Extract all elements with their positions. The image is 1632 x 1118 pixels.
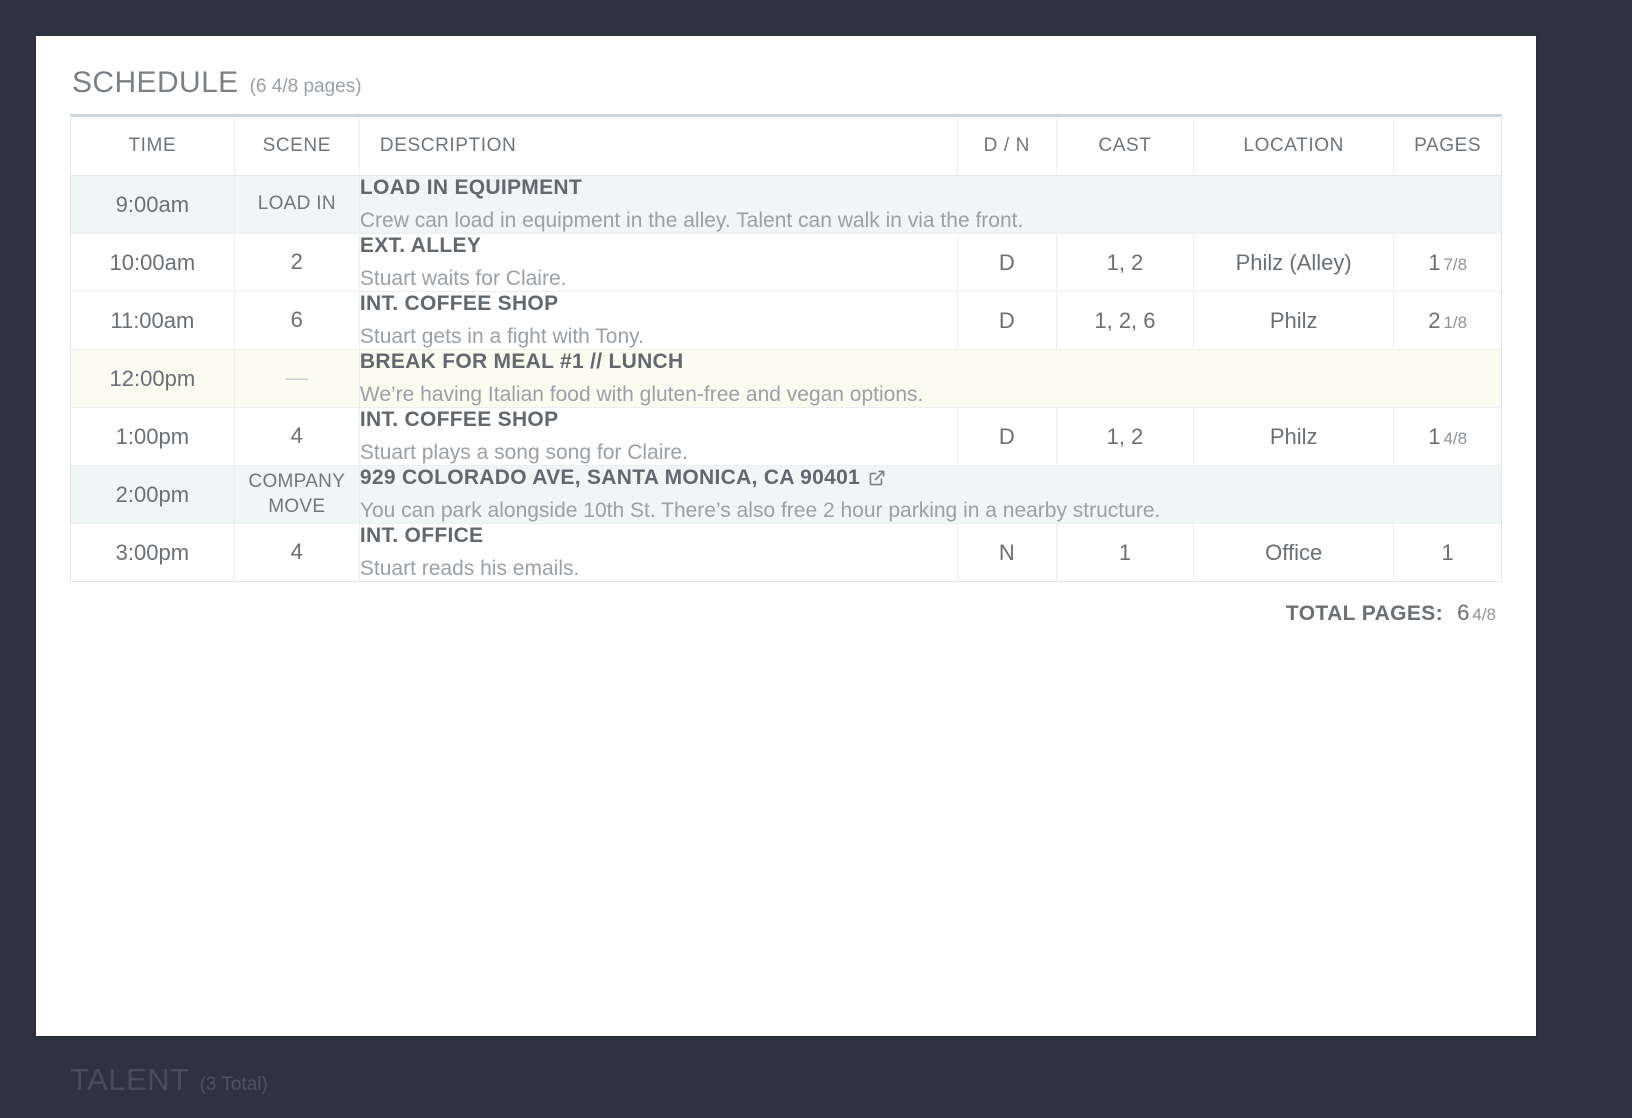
pages-whole: 1 xyxy=(1428,424,1440,449)
description-note: We’re having Italian food with gluten-fr… xyxy=(360,383,1501,407)
total-pages-label: TOTAL PAGES: xyxy=(1286,602,1443,626)
total-pages-fraction: 4/8 xyxy=(1472,605,1496,624)
description-heading: INT. COFFEE SHOP xyxy=(360,292,957,316)
cell-scene: LOAD IN xyxy=(234,176,359,234)
description-heading-text: EXT. ALLEY xyxy=(360,234,481,258)
column-header-location[interactable]: LOCATION xyxy=(1194,117,1394,176)
description-heading-text: LOAD IN EQUIPMENT xyxy=(360,176,582,200)
cell-location: Philz (Alley) xyxy=(1194,234,1394,292)
table-row[interactable]: 11:00am6INT. COFFEE SHOP Stuart gets in a… xyxy=(71,292,1501,350)
table-row[interactable]: 12:00pm—BREAK FOR MEAL #1 // LUNCH We’re … xyxy=(71,350,1501,408)
description-note: Stuart gets in a fight with Tony. xyxy=(360,325,957,349)
schedule-page-count: (6 4/8 pages) xyxy=(250,76,362,98)
page-title: SCHEDULE xyxy=(72,66,239,100)
cell-day-night: D xyxy=(957,408,1056,466)
total-pages-value: 64/8 xyxy=(1457,600,1496,626)
total-pages-row: TOTAL PAGES: 64/8 xyxy=(70,582,1502,626)
cell-cast: 1, 2 xyxy=(1056,234,1193,292)
table-row[interactable]: 9:00amLOAD INLOAD IN EQUIPMENT Crew can l… xyxy=(71,176,1501,234)
cell-location: Office xyxy=(1194,524,1394,582)
description-note: Stuart reads his emails. xyxy=(360,557,957,581)
pages-fraction: 4/8 xyxy=(1443,429,1467,448)
cell-time: 3:00pm xyxy=(71,524,234,582)
description-heading: EXT. ALLEY xyxy=(360,234,957,258)
schedule-table-wrapper: TIME SCENE DESCRIPTION D / N CAST LOCATI… xyxy=(70,114,1502,582)
cell-time: 12:00pm xyxy=(71,350,234,408)
schedule-header: SCHEDULE (6 4/8 pages) xyxy=(36,36,1536,114)
cell-scene: 4 xyxy=(234,524,359,582)
external-link-icon[interactable] xyxy=(868,469,886,487)
description-heading: INT. COFFEE SHOP xyxy=(360,408,957,432)
page-root: TALENT (3 Total) SCHEDULE (6 4/8 pages) … xyxy=(0,0,1632,1118)
table-header-row: TIME SCENE DESCRIPTION D / N CAST LOCATI… xyxy=(71,117,1501,176)
column-header-day-night[interactable]: D / N xyxy=(957,117,1056,176)
table-row[interactable]: 2:00pmCOMPANY MOVE929 COLORADO AVE, SANT… xyxy=(71,466,1501,524)
total-pages-whole: 6 xyxy=(1457,600,1469,625)
cell-location: Philz xyxy=(1194,292,1394,350)
table-row[interactable]: 1:00pm4INT. COFFEE SHOP Stuart plays a so… xyxy=(71,408,1501,466)
talent-section-heading: TALENT (3 Total) xyxy=(70,1062,268,1098)
pages-fraction: 1/8 xyxy=(1443,313,1467,332)
description-note: Crew can load in equipment in the alley.… xyxy=(360,209,1501,233)
cell-cast: 1, 2, 6 xyxy=(1056,292,1193,350)
cell-scene: COMPANY MOVE xyxy=(234,466,359,524)
cell-scene: 6 xyxy=(234,292,359,350)
talent-section-count: (3 Total) xyxy=(200,1074,268,1096)
column-header-scene[interactable]: SCENE xyxy=(234,117,359,176)
pages-whole: 1 xyxy=(1428,250,1440,275)
pages-whole: 1 xyxy=(1442,540,1454,565)
column-header-description[interactable]: DESCRIPTION xyxy=(359,117,957,176)
cell-scene: 4 xyxy=(234,408,359,466)
table-row[interactable]: 10:00am2EXT. ALLEY Stuart waits for Clair… xyxy=(71,234,1501,292)
description-heading: 929 COLORADO AVE, SANTA MONICA, CA 90401 xyxy=(360,466,1501,490)
description-heading-text: 929 COLORADO AVE, SANTA MONICA, CA 90401 xyxy=(360,466,860,490)
column-header-time[interactable]: TIME xyxy=(71,117,234,176)
cell-day-night: D xyxy=(957,234,1056,292)
cell-description: LOAD IN EQUIPMENT Crew can load in equipm… xyxy=(359,176,1501,234)
cell-time: 1:00pm xyxy=(71,408,234,466)
schedule-table-head: TIME SCENE DESCRIPTION D / N CAST LOCATI… xyxy=(71,117,1501,176)
description-note: Stuart waits for Claire. xyxy=(360,267,957,291)
cell-cast: 1, 2 xyxy=(1056,408,1193,466)
column-header-cast[interactable]: CAST xyxy=(1056,117,1193,176)
pages-fraction: 7/8 xyxy=(1443,255,1467,274)
cell-time: 9:00am xyxy=(71,176,234,234)
cell-day-night: D xyxy=(957,292,1056,350)
cell-day-night: N xyxy=(957,524,1056,582)
cell-scene: — xyxy=(234,350,359,408)
description-note: Stuart plays a song song for Claire. xyxy=(360,441,957,465)
talent-section-title: TALENT xyxy=(70,1062,190,1098)
description-heading-text: INT. COFFEE SHOP xyxy=(360,292,559,316)
cell-description: INT. COFFEE SHOP Stuart gets in a fight w… xyxy=(359,292,957,350)
cell-pages: 14/8 xyxy=(1394,408,1501,466)
table-row[interactable]: 3:00pm4INT. OFFICE Stuart reads his email… xyxy=(71,524,1501,582)
cell-description: BREAK FOR MEAL #1 // LUNCH We’re having I… xyxy=(359,350,1501,408)
cell-pages: 21/8 xyxy=(1394,292,1501,350)
cell-cast: 1 xyxy=(1056,524,1193,582)
description-heading-text: INT. OFFICE xyxy=(360,524,483,548)
description-heading-text: INT. COFFEE SHOP xyxy=(360,408,559,432)
pages-whole: 2 xyxy=(1428,308,1440,333)
schedule-card: SCHEDULE (6 4/8 pages) TIME SCENE DESCRI… xyxy=(36,36,1536,1036)
schedule-table-body: 9:00amLOAD INLOAD IN EQUIPMENT Crew can l… xyxy=(71,176,1501,582)
cell-pages: 1 xyxy=(1394,524,1501,582)
description-note: You can park alongside 10th St. There’s … xyxy=(360,499,1501,523)
column-header-pages[interactable]: PAGES xyxy=(1394,117,1501,176)
cell-time: 2:00pm xyxy=(71,466,234,524)
cell-time: 10:00am xyxy=(71,234,234,292)
cell-description: 929 COLORADO AVE, SANTA MONICA, CA 90401… xyxy=(359,466,1501,524)
cell-scene: 2 xyxy=(234,234,359,292)
description-heading-text: BREAK FOR MEAL #1 // LUNCH xyxy=(360,350,684,374)
cell-time: 11:00am xyxy=(71,292,234,350)
cell-description: EXT. ALLEY Stuart waits for Claire. xyxy=(359,234,957,292)
cell-pages: 17/8 xyxy=(1394,234,1501,292)
description-heading: BREAK FOR MEAL #1 // LUNCH xyxy=(360,350,1501,374)
cell-description: INT. OFFICE Stuart reads his emails. xyxy=(359,524,957,582)
description-heading: INT. OFFICE xyxy=(360,524,957,548)
schedule-table: TIME SCENE DESCRIPTION D / N CAST LOCATI… xyxy=(71,117,1501,581)
cell-description: INT. COFFEE SHOP Stuart plays a song song… xyxy=(359,408,957,466)
description-heading: LOAD IN EQUIPMENT xyxy=(360,176,1501,200)
cell-location: Philz xyxy=(1194,408,1394,466)
